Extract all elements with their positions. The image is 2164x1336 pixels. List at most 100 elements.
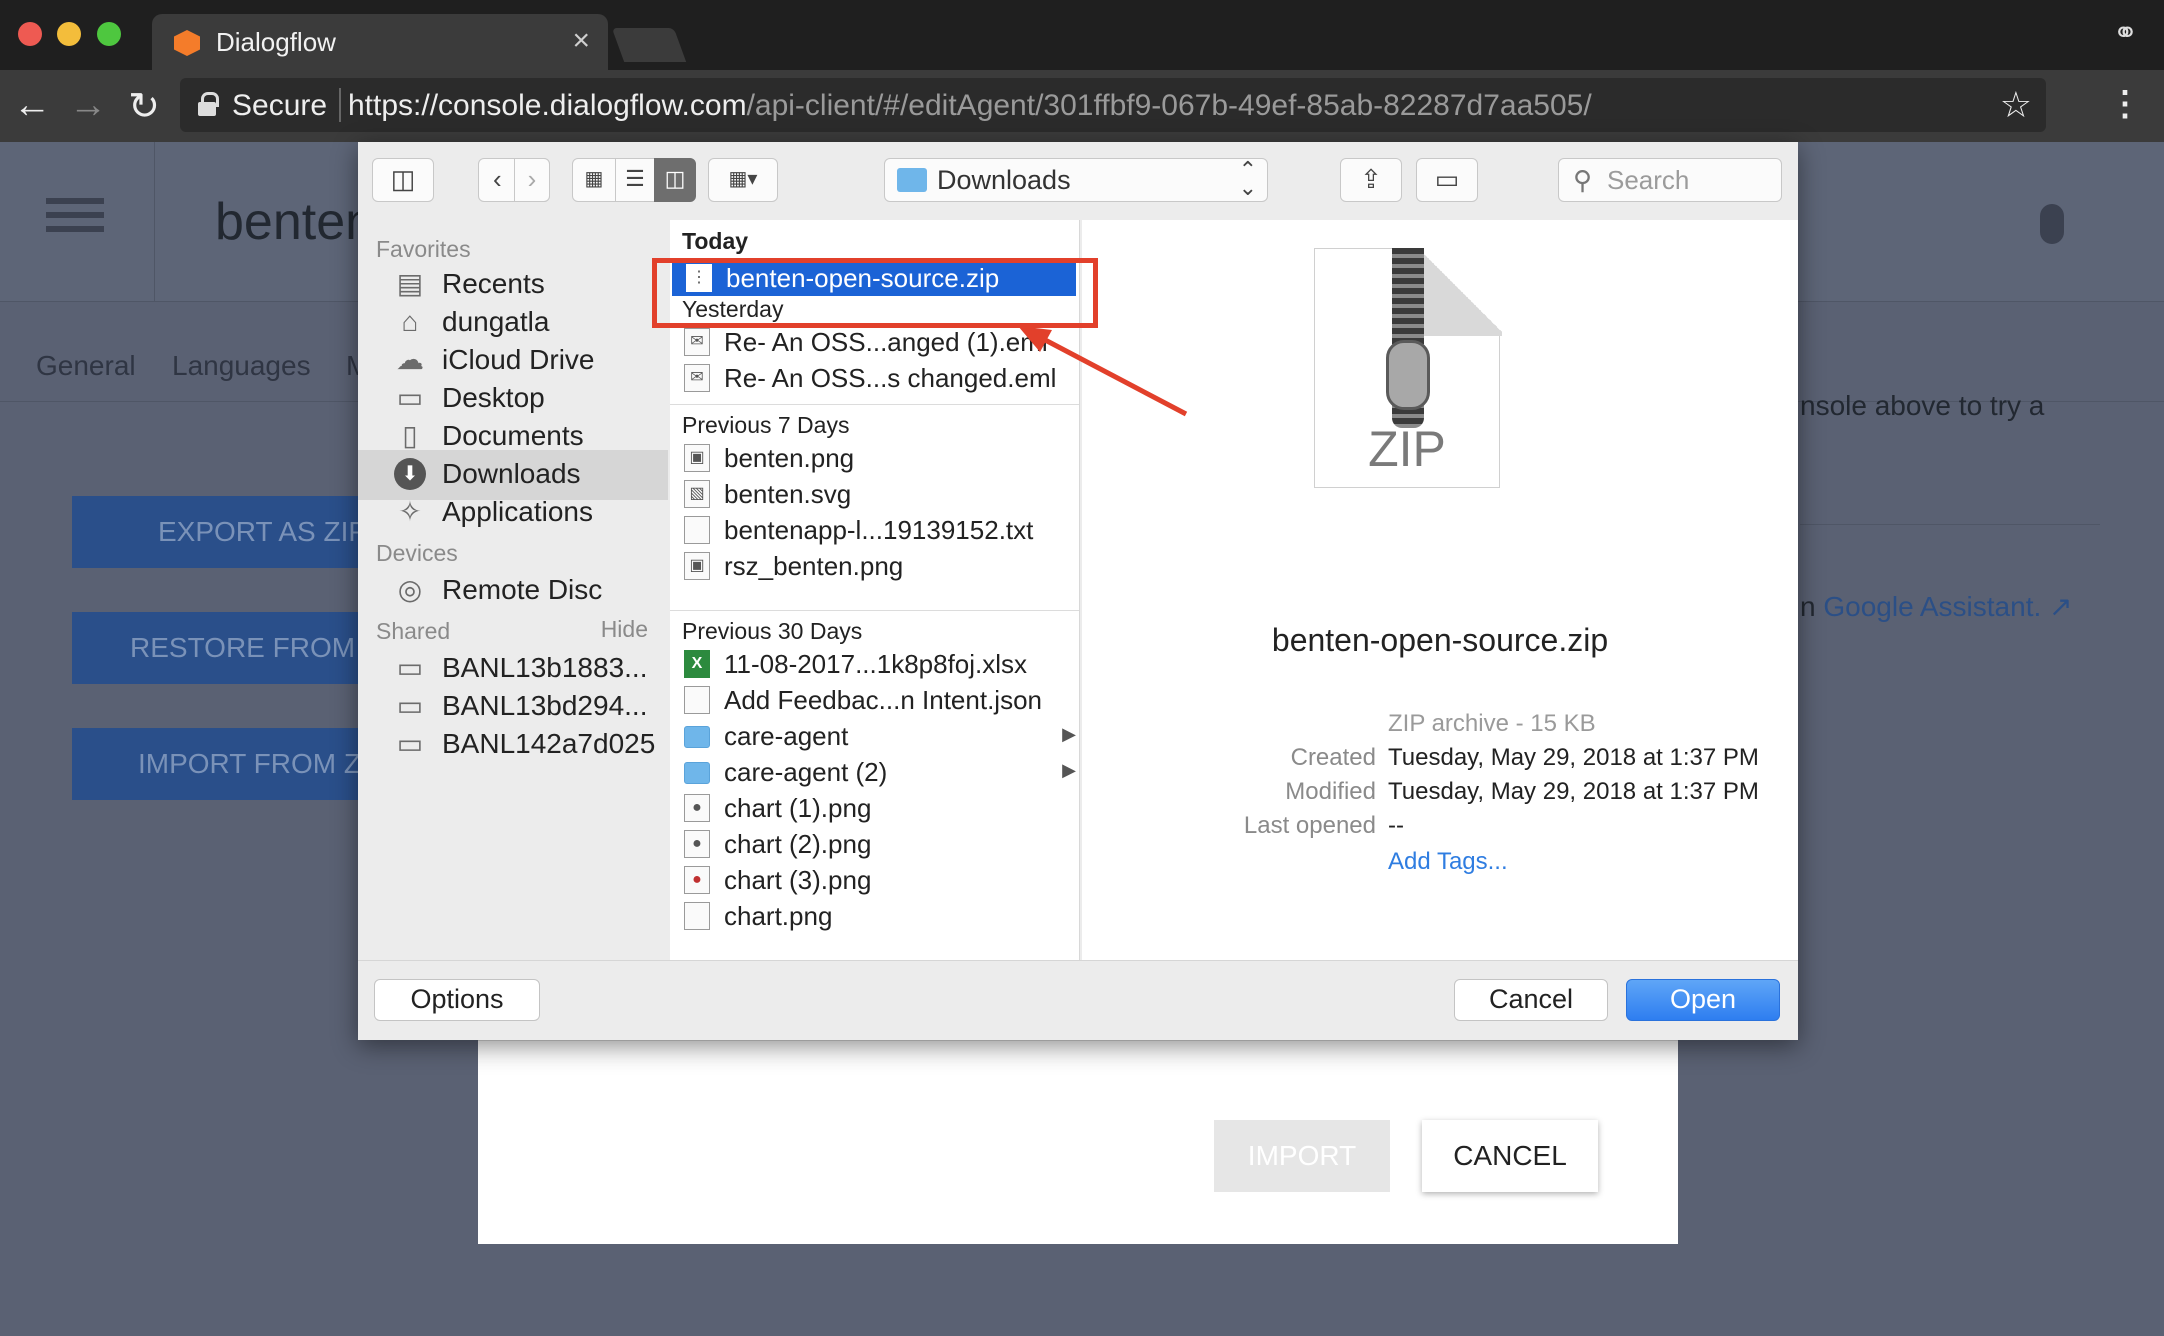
file-row[interactable]: ▣ benten.png	[670, 440, 1079, 476]
window-close-button[interactable]	[18, 22, 42, 46]
incognito-icon: ⚭	[2112, 17, 2138, 50]
file-row[interactable]: Add Feedbac...n Intent.json	[670, 682, 1079, 718]
file-name: rsz_benten.png	[724, 551, 904, 581]
file-row[interactable]: X 11-08-2017...1k8p8foj.xlsx	[670, 646, 1079, 682]
list-view-icon[interactable]: ☰	[615, 158, 655, 202]
svg-file-icon: ▧	[684, 480, 710, 508]
sidebar-item-label: BANL142a7d025	[442, 728, 656, 759]
search-field[interactable]: ⚲	[1558, 158, 1782, 202]
file-row[interactable]: ▣ rsz_benten.png	[670, 548, 1079, 584]
modified-label: Modified	[1285, 778, 1376, 805]
url-path: /api-client/#/editAgent/301ffbf9-067b-49…	[746, 89, 1592, 122]
search-input[interactable]	[1607, 163, 1777, 197]
add-tags-link[interactable]: Add Tags...	[1388, 848, 1508, 876]
window-maximize-button[interactable]	[97, 22, 121, 46]
sidebar-item-label: BANL13b1883...	[442, 652, 648, 683]
tab-bar: Dialogflow × ⚭	[0, 0, 2164, 70]
image-file-icon: ▣	[684, 444, 710, 472]
file-row[interactable]: chart.png	[670, 898, 1079, 934]
cancel-import-button[interactable]: CANCEL	[1422, 1120, 1598, 1192]
import-zip-button[interactable]: IMPORT FROM ZI	[72, 728, 372, 800]
address-bar[interactable]: Secure https://console.dialogflow.com/ap…	[180, 78, 2046, 132]
sidebar-item-label: Applications	[442, 496, 593, 527]
restore-zip-button[interactable]: RESTORE FROM Z	[72, 612, 372, 684]
menu-icon[interactable]: ⋮	[2108, 84, 2142, 124]
star-icon[interactable]: ☆	[2000, 84, 2032, 126]
sidebar-toggle-icon[interactable]: ◫	[372, 158, 434, 202]
forward-icon[interactable]: →	[66, 84, 110, 127]
options-button[interactable]: Options	[374, 979, 540, 1021]
image-file-icon: ▣	[684, 552, 710, 580]
preview-file-name: benten-open-source.zip	[1271, 622, 1609, 658]
file-name: Re- An OSS...s changed.eml	[724, 363, 1057, 393]
google-assistant-text: n Google Assistant. ↗	[1800, 590, 2073, 623]
last-opened-label: Last opened	[1243, 812, 1376, 839]
file-name: Re- An OSS...anged (1).eml	[724, 327, 1048, 357]
sidebar-item-label: Recents	[442, 268, 545, 299]
home-icon: ⌂	[401, 306, 419, 337]
image-file-icon: ●	[684, 830, 710, 858]
browser-toolbar: ← → ↻ Secure https://console.dialogflow.…	[0, 70, 2164, 142]
file-row[interactable]: ● chart (2).png	[670, 826, 1079, 862]
lock-icon	[198, 92, 219, 116]
recents-icon: ▤	[396, 268, 424, 299]
hide-shared-link[interactable]: Hide	[601, 616, 648, 643]
sidebar-item-remote-disc[interactable]: ◎ Remote Disc	[358, 566, 668, 616]
file-name: bentenapp-l...19139152.txt	[724, 515, 1034, 545]
info-divider	[1800, 524, 2100, 525]
file-row[interactable]: bentenapp-l...19139152.txt	[670, 512, 1079, 548]
tag-icon[interactable]: ▭	[1416, 158, 1478, 202]
share-icon[interactable]: ⇪	[1340, 158, 1402, 202]
google-assistant-link[interactable]: Google Assistant.	[1823, 591, 2041, 622]
tab-close-icon[interactable]: ×	[572, 24, 590, 58]
file-name: benten.png	[724, 443, 855, 473]
sidebar-item-shared-computer[interactable]: ▭ BANL142a7d025	[358, 720, 668, 770]
arrange-menu-icon[interactable]: ▦▾	[708, 158, 778, 202]
column-view-icon[interactable]: ◫	[654, 158, 696, 202]
file-row[interactable]: ● chart (3).png	[670, 862, 1079, 898]
forward-nav-button[interactable]: ›	[514, 158, 550, 202]
documents-icon: ▯	[402, 420, 418, 451]
image-file-icon: ●	[684, 866, 710, 894]
sidebar-item-label: Remote Disc	[442, 574, 603, 605]
file-row[interactable]: ▧ benten.svg	[670, 476, 1079, 512]
location-label: Downloads	[937, 165, 1071, 195]
microphone-icon[interactable]	[2040, 204, 2064, 244]
export-zip-button[interactable]: EXPORT AS ZIP	[72, 496, 372, 568]
zipper-pull-icon	[1386, 340, 1430, 410]
downloads-icon: ⬇	[394, 458, 426, 490]
url-text[interactable]: https://console.dialogflow.com/api-clien…	[348, 89, 1592, 123]
cancel-button[interactable]: Cancel	[1454, 979, 1608, 1021]
image-file-icon	[684, 902, 710, 930]
new-tab-button[interactable]	[611, 28, 687, 62]
preview-kind: ZIP archive - 15 KB	[1388, 710, 1596, 737]
file-row[interactable]: ✉ Re- An OSS...anged (1).eml	[670, 324, 1079, 360]
group-header-today: Today	[682, 228, 749, 254]
preview-pane: ZIP benten-open-source.zip ZIP archive -…	[1082, 220, 1798, 960]
secure-label: Secure	[232, 89, 328, 122]
chevron-updown-icon: ⌃ ⌄	[1238, 157, 1257, 200]
group-header-previous-7-days: Previous 7 Days	[682, 412, 850, 438]
sidebar-item-applications[interactable]: ✧ Applications	[358, 488, 668, 538]
file-row[interactable]: ● chart (1).png	[670, 790, 1079, 826]
zip-icon-label: ZIP	[1368, 421, 1446, 477]
open-button[interactable]: Open	[1626, 979, 1780, 1021]
desktop-icon: ▭	[396, 382, 424, 413]
tab-languages[interactable]: Languages	[172, 350, 311, 382]
window-minimize-button[interactable]	[57, 22, 81, 46]
reload-icon[interactable]: ↻	[122, 84, 166, 129]
browser-tab[interactable]: Dialogflow ×	[152, 14, 608, 70]
info-text: nsole above to try a	[1800, 390, 2045, 421]
last-opened-value: --	[1388, 812, 1404, 839]
tab-general[interactable]: General	[36, 350, 136, 382]
computer-icon: ▭	[396, 652, 424, 683]
import-button[interactable]: IMPORT	[1214, 1120, 1390, 1192]
file-name: Add Feedbac...n Intent.json	[724, 685, 1042, 715]
location-popup[interactable]: Downloads ⌃ ⌄	[884, 158, 1268, 202]
folder-row[interactable]: care-agent (2) ▶	[670, 754, 1079, 790]
file-row[interactable]: ✉ Re- An OSS...s changed.eml	[670, 360, 1079, 396]
folder-row[interactable]: care-agent ▶	[670, 718, 1079, 754]
back-icon[interactable]: ←	[10, 84, 54, 127]
hamburger-icon[interactable]	[46, 198, 104, 234]
icon-view-icon[interactable]: ▦	[572, 158, 616, 202]
